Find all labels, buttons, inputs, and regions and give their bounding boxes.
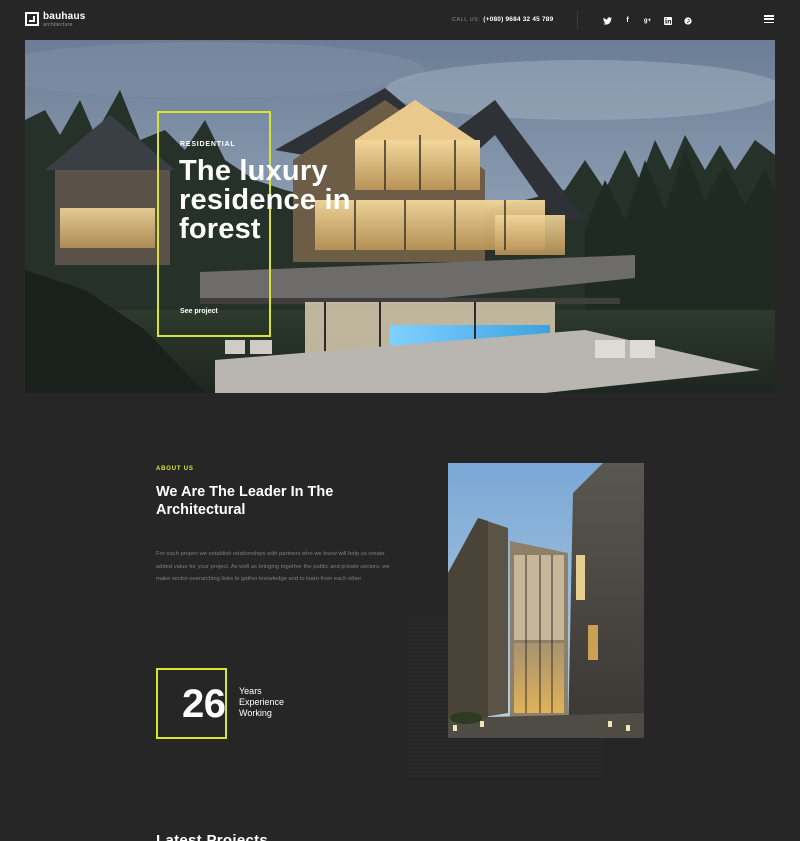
about-image — [448, 463, 644, 738]
header-divider — [577, 11, 578, 29]
logo-mark-icon — [25, 12, 39, 26]
facebook-icon[interactable]: f — [623, 16, 632, 25]
twitter-icon[interactable] — [603, 16, 612, 25]
stat-label-text: Years Experience Working — [239, 686, 285, 718]
latest-projects-title: Latest Projects — [156, 832, 269, 841]
google-plus-icon[interactable]: g+ — [643, 16, 652, 25]
brand-name: bauhaus — [43, 11, 86, 22]
stat-number: 26 — [182, 682, 226, 726]
logo[interactable]: bauhaus architecture — [25, 12, 86, 28]
stat-label: Years Experience Working — [239, 686, 299, 719]
phone-number[interactable]: (+080) 9684 32 45 789 — [483, 16, 553, 23]
brand-tagline: architecture — [43, 22, 73, 28]
about-label: ABOUT US — [156, 466, 194, 472]
call-us: CALL US: (+080) 9684 32 45 789 — [452, 16, 553, 23]
call-us-label: CALL US: — [452, 16, 481, 23]
see-project-link[interactable]: See project — [180, 308, 218, 315]
hero-category: RESIDENTIAL — [180, 141, 236, 148]
hero-banner: RESIDENTIAL The luxury residence in fore… — [25, 40, 775, 393]
social-links: f g+ — [603, 16, 692, 25]
hero-title: The luxury residence in forest — [179, 155, 351, 245]
pinterest-icon[interactable] — [683, 16, 692, 25]
site-header: bauhaus architecture CALL US: (+080) 968… — [0, 0, 800, 40]
hamburger-menu-icon[interactable] — [764, 15, 774, 23]
about-title: We Are The Leader In The Architectural — [156, 484, 334, 518]
linkedin-icon[interactable] — [663, 16, 672, 25]
hero-image — [25, 40, 775, 393]
about-text: For each project we establish relationsh… — [156, 551, 390, 583]
